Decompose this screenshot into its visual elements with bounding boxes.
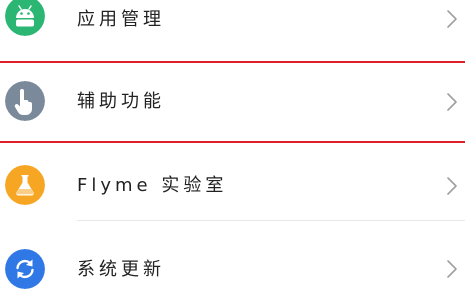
settings-item-app-management[interactable]: 应用管理 bbox=[0, 0, 465, 46]
settings-item-label: 应用管理 bbox=[77, 9, 165, 30]
settings-item-flyme-lab[interactable]: Flyme 实验室 bbox=[0, 143, 465, 219]
hand-pointer-icon bbox=[5, 81, 45, 121]
chevron-right-icon bbox=[445, 91, 459, 113]
settings-item-label: 系统更新 bbox=[77, 259, 165, 280]
flask-icon bbox=[5, 165, 45, 205]
refresh-icon bbox=[5, 249, 45, 289]
settings-item-accessibility[interactable]: 辅助功能 bbox=[0, 63, 465, 141]
chevron-right-icon bbox=[445, 8, 459, 30]
settings-item-label: Flyme 实验室 bbox=[77, 175, 228, 196]
settings-item-label: 辅助功能 bbox=[77, 91, 165, 112]
android-icon bbox=[5, 0, 45, 36]
settings-list: 应用管理 辅助功能 Flyme 实验室 系统更新 bbox=[0, 0, 465, 294]
chevron-right-icon bbox=[445, 258, 459, 280]
chevron-right-icon bbox=[445, 175, 459, 197]
settings-item-system-update[interactable]: 系统更新 bbox=[0, 221, 465, 294]
